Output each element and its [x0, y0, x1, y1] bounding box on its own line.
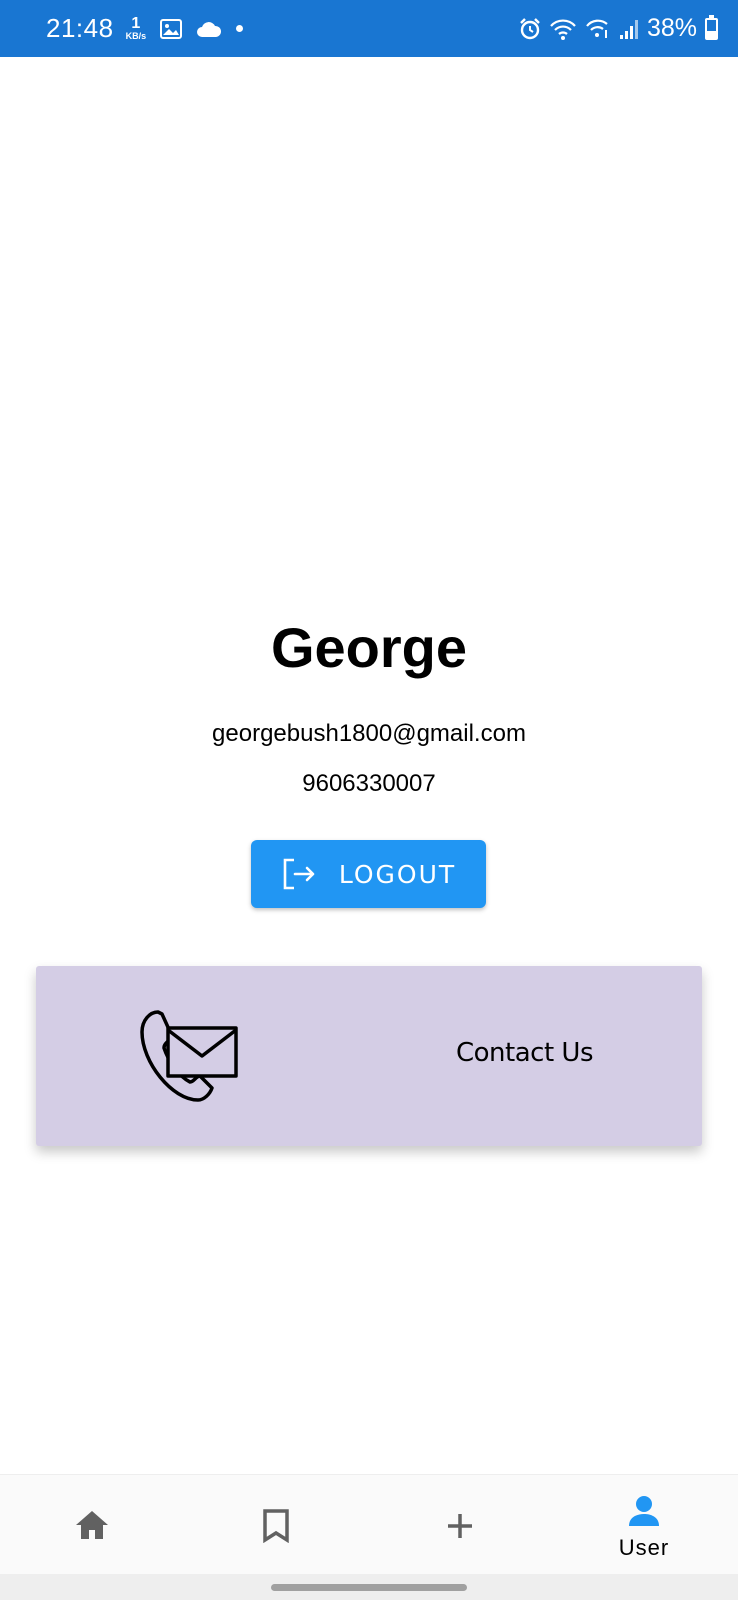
- profile-email: georgebush1800@gmail.com: [212, 720, 526, 747]
- gesture-area: [0, 1574, 738, 1600]
- contact-us-label: Contact Us: [456, 1038, 594, 1068]
- alarm-icon: [520, 17, 540, 39]
- logout-button[interactable]: LOGOUT: [251, 840, 486, 908]
- contact-us-card[interactable]: Contact Us: [36, 966, 702, 1146]
- status-left: 21:48 1 KB/s: [46, 13, 519, 44]
- wifi-icon: [550, 19, 576, 40]
- nav-add[interactable]: [368, 1475, 552, 1575]
- bookmark-icon: [263, 1509, 289, 1543]
- wifi-calling-icon: [586, 19, 608, 38]
- home-icon: [76, 1511, 108, 1539]
- network-speed-value: 1: [131, 15, 141, 32]
- network-speed: 1 KB/s: [126, 16, 147, 41]
- gesture-bar[interactable]: [271, 1584, 467, 1591]
- logout-label: LOGOUT: [338, 859, 457, 889]
- battery-icon: [705, 14, 718, 40]
- nav-home[interactable]: [0, 1475, 184, 1575]
- profile-phone: 9606330007: [302, 770, 436, 797]
- phone-mail-icon: [140, 1010, 238, 1102]
- nav-bookmarks[interactable]: [184, 1475, 368, 1575]
- profile-name: George: [270, 616, 468, 679]
- cloud-icon: [197, 21, 222, 37]
- status-right: 38%: [519, 14, 718, 43]
- bottom-nav: User: [0, 1474, 738, 1575]
- status-bar: 21:48 1 KB/s 38%: [0, 0, 738, 57]
- logout-icon: [283, 858, 315, 890]
- user-icon: [629, 1496, 659, 1526]
- notification-dot: [236, 25, 244, 32]
- add-icon: [448, 1514, 472, 1538]
- network-speed-unit: KB/s: [125, 31, 147, 41]
- status-time: 21:48: [46, 13, 114, 43]
- nav-user-label: User: [618, 1535, 670, 1560]
- image-icon: [160, 18, 183, 39]
- battery-percent: 38%: [646, 14, 697, 42]
- signal-icon: [619, 19, 638, 39]
- nav-user[interactable]: User: [552, 1475, 736, 1575]
